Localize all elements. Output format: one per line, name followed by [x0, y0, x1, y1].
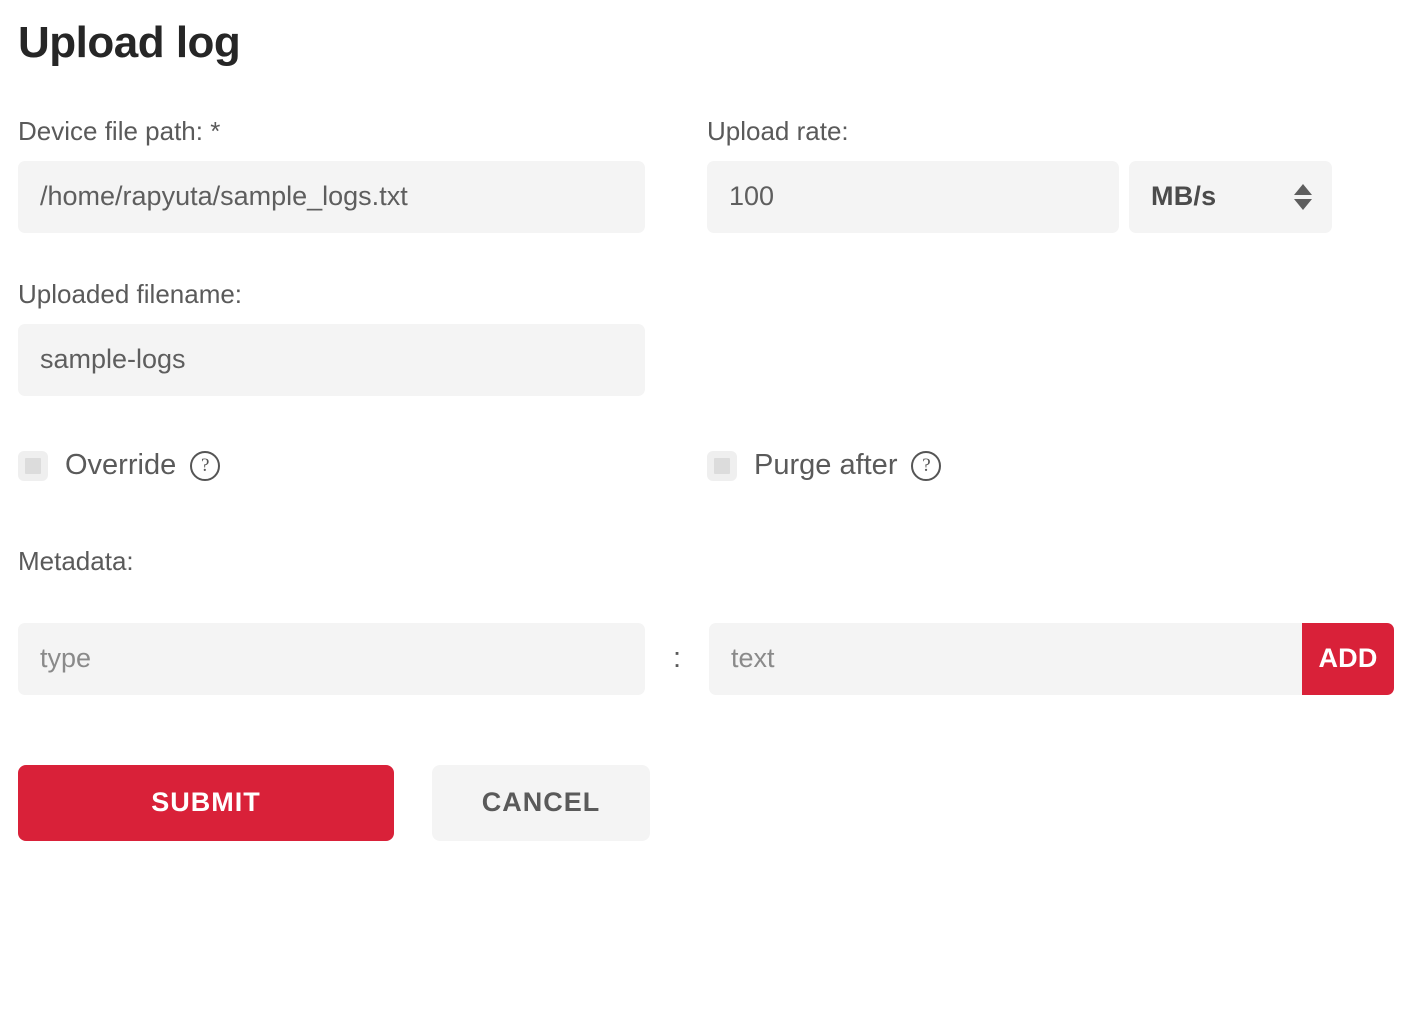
question-mark-glyph: ? [922, 455, 931, 477]
stepper-updown-icon[interactable] [1294, 183, 1312, 210]
metadata-separator: : [672, 642, 682, 675]
form-row-checkboxes: Override ? Purge after ? [18, 449, 1394, 482]
metadata-value-input[interactable] [709, 622, 1302, 695]
device-file-path-input[interactable] [18, 160, 645, 233]
cancel-button[interactable]: CANCEL [432, 764, 650, 841]
page-title: Upload log [18, 18, 241, 67]
override-checkbox-group[interactable]: Override ? [18, 449, 707, 482]
override-checkbox[interactable] [18, 450, 48, 481]
add-metadata-button[interactable]: ADD [1302, 622, 1394, 695]
metadata-value-wrap: ADD [709, 622, 1394, 695]
upload-rate-input[interactable] [707, 160, 1119, 233]
upload-rate-unit-select[interactable]: MB/s [1129, 160, 1332, 233]
device-file-path-label: Device file path: * [18, 115, 221, 146]
submit-button[interactable]: SUBMIT [18, 764, 394, 841]
chevron-down-icon [1294, 198, 1312, 210]
checkbox-indicator [714, 457, 730, 474]
upload-rate-label: Upload rate: [707, 115, 849, 146]
metadata-section: Metadata: : ADD [18, 548, 1394, 695]
uploaded-filename-label: Uploaded filename: [18, 278, 243, 309]
metadata-row: : ADD [18, 622, 1394, 695]
upload-rate-unit-value: MB/s [1151, 181, 1217, 212]
uploaded-filename-group: Uploaded filename: [18, 281, 645, 396]
upload-rate-controls: MB/s [707, 160, 1394, 233]
checkbox-indicator [25, 457, 41, 474]
upload-rate-group: Upload rate: MB/s [707, 118, 1394, 233]
purge-after-help-icon[interactable]: ? [911, 450, 942, 481]
question-mark-glyph: ? [200, 455, 210, 477]
uploaded-filename-input[interactable] [18, 323, 645, 396]
override-checkbox-label: Override [65, 449, 177, 482]
purge-after-checkbox[interactable] [707, 450, 737, 481]
upload-log-form: Upload log Device file path: * Upload ra… [0, 0, 1412, 1012]
device-file-path-group: Device file path: * [18, 118, 645, 233]
chevron-up-icon [1294, 183, 1312, 195]
purge-after-checkbox-group[interactable]: Purge after ? [707, 449, 942, 482]
metadata-key-input[interactable] [18, 622, 645, 695]
form-actions: SUBMIT CANCEL [18, 764, 1394, 841]
metadata-label: Metadata: [18, 545, 134, 576]
form-row-path-and-rate: Device file path: * Upload rate: MB/s [18, 118, 1394, 233]
form-row-uploaded-filename: Uploaded filename: [18, 281, 1394, 396]
purge-after-checkbox-label: Purge after [754, 449, 898, 482]
override-help-icon[interactable]: ? [190, 450, 221, 481]
